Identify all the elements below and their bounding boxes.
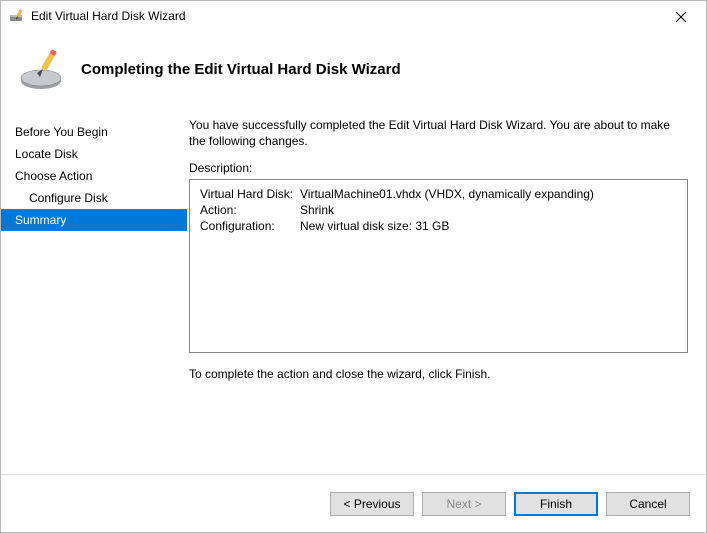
cancel-button[interactable]: Cancel (606, 492, 690, 516)
description-label: Description: (189, 161, 688, 175)
wizard-content: You have successfully completed the Edit… (187, 115, 706, 474)
page-heading: Completing the Edit Virtual Hard Disk Wi… (81, 61, 401, 78)
step-summary[interactable]: Summary (1, 209, 187, 231)
wizard-header: Completing the Edit Virtual Hard Disk Wi… (1, 31, 706, 115)
next-button: Next > (422, 492, 506, 516)
summary-key-action: Action: (200, 203, 300, 217)
step-before-you-begin[interactable]: Before You Begin (1, 121, 187, 143)
summary-box: Virtual Hard Disk: VirtualMachine01.vhdx… (189, 179, 688, 353)
intro-text: You have successfully completed the Edit… (189, 117, 688, 149)
titlebar: Edit Virtual Hard Disk Wizard (1, 1, 706, 31)
finish-button[interactable]: Finish (514, 492, 598, 516)
summary-row: Action: Shrink (200, 202, 677, 218)
wizard-steps-sidebar: Before You Begin Locate Disk Choose Acti… (1, 115, 187, 474)
app-icon (9, 8, 25, 24)
summary-key-config: Configuration: (200, 219, 300, 233)
wizard-hero-icon (19, 45, 67, 93)
summary-row: Virtual Hard Disk: VirtualMachine01.vhdx… (200, 186, 677, 202)
window-title: Edit Virtual Hard Disk Wizard (31, 9, 186, 23)
wizard-footer: < Previous Next > Finish Cancel (1, 474, 706, 532)
wizard-window: Edit Virtual Hard Disk Wizard Completing… (0, 0, 707, 533)
summary-row: Configuration: New virtual disk size: 31… (200, 218, 677, 234)
step-locate-disk[interactable]: Locate Disk (1, 143, 187, 165)
previous-button[interactable]: < Previous (330, 492, 414, 516)
summary-val-vhd: VirtualMachine01.vhdx (VHDX, dynamically… (300, 187, 677, 201)
summary-val-config: New virtual disk size: 31 GB (300, 219, 677, 233)
summary-key-vhd: Virtual Hard Disk: (200, 187, 300, 201)
step-choose-action[interactable]: Choose Action (1, 165, 187, 187)
closing-text: To complete the action and close the wiz… (189, 367, 688, 381)
summary-val-action: Shrink (300, 203, 677, 217)
wizard-body: Before You Begin Locate Disk Choose Acti… (1, 115, 706, 474)
step-configure-disk[interactable]: Configure Disk (1, 187, 187, 209)
close-button[interactable] (666, 7, 696, 27)
